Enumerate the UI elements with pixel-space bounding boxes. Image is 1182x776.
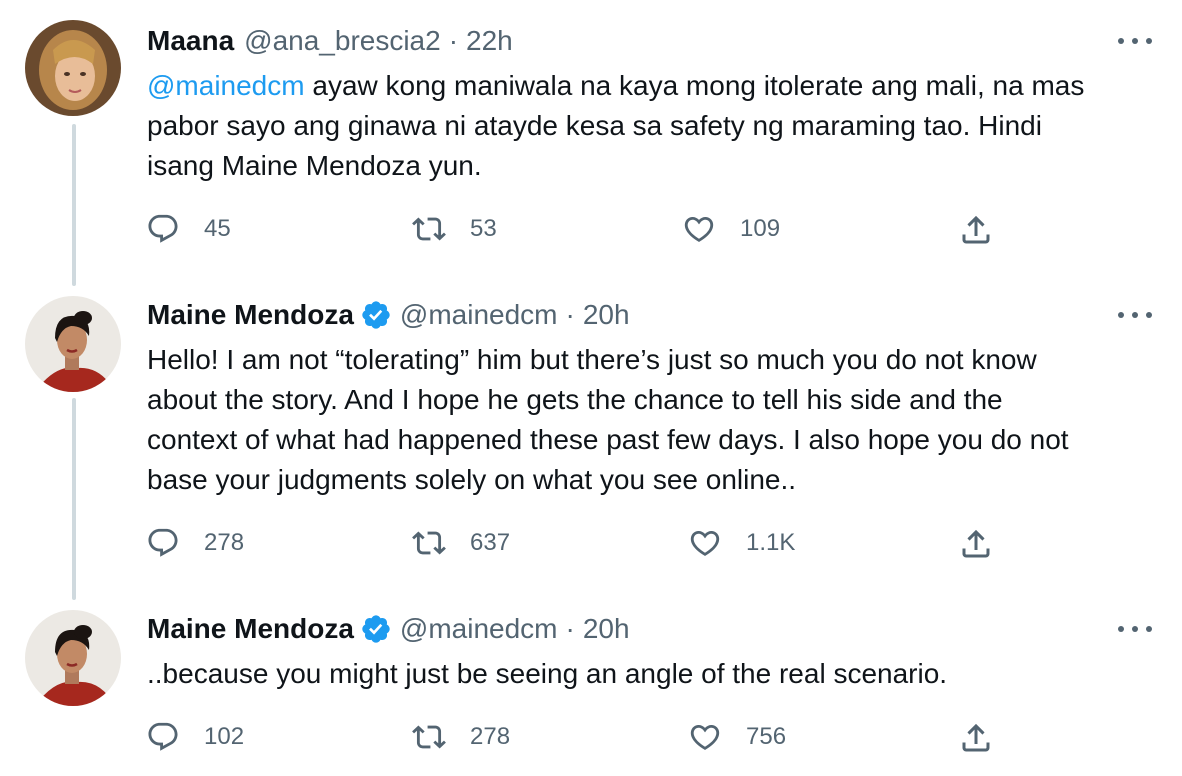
username-handle[interactable]: @mainedcm xyxy=(400,612,558,646)
retweet-count: 278 xyxy=(470,723,511,750)
like-count: 109 xyxy=(740,215,781,242)
more-options-icon[interactable] xyxy=(1118,308,1152,322)
tweet-text-line: ayaw kong maniwala na kaya mong itolerat… xyxy=(304,70,1085,101)
mention-link[interactable]: @mainedcm xyxy=(147,70,305,101)
like-count: 1.1K xyxy=(746,529,796,556)
display-name[interactable]: Maana xyxy=(147,24,234,58)
like-button[interactable]: 756 xyxy=(688,720,786,754)
separator-dot: · xyxy=(565,299,575,330)
like-icon xyxy=(682,212,716,246)
display-name[interactable]: Maine Mendoza xyxy=(147,298,354,332)
share-icon xyxy=(958,720,994,756)
more-options-icon[interactable] xyxy=(1118,622,1152,636)
username-handle[interactable]: @mainedcm xyxy=(400,298,558,332)
reply-icon xyxy=(146,720,180,754)
username-handle[interactable]: @ana_brescia2 xyxy=(244,24,441,58)
tweet-header: Maine Mendoza @mainedcm · 20h xyxy=(147,298,630,332)
tweet-text: @mainedcm ayaw kong maniwala na kaya mon… xyxy=(147,66,1157,186)
thread-connector-line xyxy=(72,398,76,600)
tweet-text-line: isang Maine Mendoza yun. xyxy=(147,150,482,181)
timestamp[interactable]: 20h xyxy=(583,298,630,332)
retweet-count: 53 xyxy=(470,215,497,242)
like-button[interactable]: 1.1K xyxy=(688,526,795,560)
reply-button[interactable]: 102 xyxy=(146,720,244,754)
share-icon xyxy=(958,212,994,248)
verified-badge-icon xyxy=(360,613,392,645)
retweet-icon xyxy=(412,212,446,246)
retweet-button[interactable]: 637 xyxy=(412,526,510,560)
like-button[interactable]: 109 xyxy=(682,212,780,246)
tweet-text-line: base your judgments solely on what you s… xyxy=(147,464,797,495)
tweet-text-line: about the story. And I hope he gets the … xyxy=(147,384,1003,415)
retweet-icon xyxy=(412,720,446,754)
tweet-text-line: Hello! I am not “tolerating” him but the… xyxy=(147,344,1037,375)
reply-count: 102 xyxy=(204,723,245,750)
avatar[interactable] xyxy=(25,610,121,706)
separator-dot: · xyxy=(565,613,575,644)
retweet-count: 637 xyxy=(470,529,511,556)
tweet-text-line: pabor sayo ang ginawa ni atayde kesa sa … xyxy=(147,110,1042,141)
separator-dot: · xyxy=(448,25,459,56)
reply-icon xyxy=(146,526,180,560)
share-icon xyxy=(958,526,994,562)
timestamp[interactable]: 22h xyxy=(466,24,513,58)
reply-count: 278 xyxy=(204,529,245,556)
thread-connector-line xyxy=(72,124,76,286)
like-count: 756 xyxy=(746,723,787,750)
reply-count: 45 xyxy=(204,215,231,242)
retweet-icon xyxy=(412,526,446,560)
timestamp[interactable]: 20h xyxy=(583,612,630,646)
tweet-header: Maine Mendoza @mainedcm · 20h xyxy=(147,612,630,646)
share-button[interactable] xyxy=(958,720,994,761)
like-icon xyxy=(688,720,722,754)
verified-badge-icon xyxy=(360,299,392,331)
share-button[interactable] xyxy=(958,526,994,567)
tweet-text: ..because you might just be seeing an an… xyxy=(147,654,1157,694)
avatar[interactable] xyxy=(25,20,121,116)
reply-button[interactable]: 45 xyxy=(146,212,231,246)
reply-icon xyxy=(146,212,180,246)
tweet-text-line: context of what had happened these past … xyxy=(147,424,1069,455)
like-icon xyxy=(688,526,722,560)
avatar[interactable] xyxy=(25,296,121,392)
retweet-button[interactable]: 278 xyxy=(412,720,510,754)
tweet-header: Maana @ana_brescia2 · 22h xyxy=(147,24,513,58)
share-button[interactable] xyxy=(958,212,994,253)
display-name[interactable]: Maine Mendoza xyxy=(147,612,354,646)
retweet-button[interactable]: 53 xyxy=(412,212,497,246)
tweet-text: Hello! I am not “tolerating” him but the… xyxy=(147,340,1157,500)
reply-button[interactable]: 278 xyxy=(146,526,244,560)
more-options-icon[interactable] xyxy=(1118,34,1152,48)
tweet-text-line: ..because you might just be seeing an an… xyxy=(147,658,948,689)
